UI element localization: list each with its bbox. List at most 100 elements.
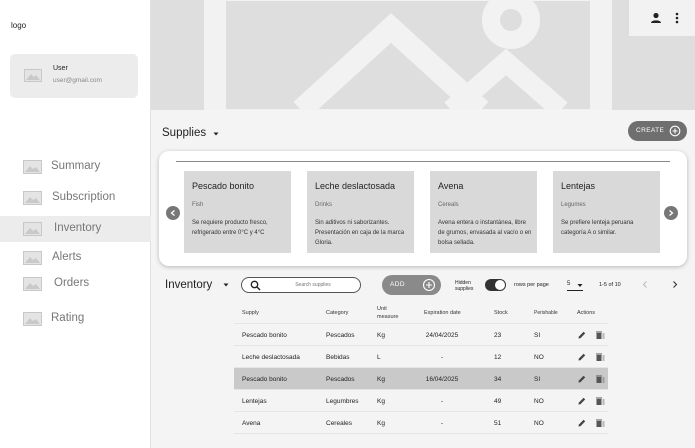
table-row[interactable]: Lentejas Legumbres Kg - 49 NO (234, 390, 608, 412)
sidebar-item-subscription[interactable]: Subscription (0, 185, 151, 211)
pagination-range: 1-5 of 10 (599, 282, 621, 288)
image-placeholder-icon (23, 160, 42, 174)
supply-card-category: Legumes (561, 202, 586, 208)
sidebar-item-inventory[interactable]: Inventory (0, 216, 151, 242)
hero-image-placeholder-icon (204, 0, 612, 110)
hero-banner (151, 0, 695, 110)
table-row[interactable]: Pescado bonito Pescados Kg 24/04/2025 23… (234, 324, 608, 346)
cell-stock: 49 (494, 398, 502, 405)
carousel-next-button[interactable] (664, 206, 678, 220)
cell-expiration: - (440, 398, 444, 405)
supplies-title[interactable]: Supplies (162, 127, 206, 139)
cell-perishable: SI (534, 332, 541, 339)
cell-perishable: SI (534, 376, 541, 383)
sidebar-item-label: Rating (51, 312, 85, 324)
chevron-left-icon[interactable] (641, 280, 649, 289)
cell-stock: 34 (494, 376, 502, 383)
delete-icon[interactable] (595, 330, 605, 340)
hidden-supplies-toggle[interactable] (485, 279, 506, 291)
delete-icon[interactable] (595, 374, 605, 384)
supply-card-title: Avena (438, 181, 464, 191)
chevron-down-icon (577, 284, 583, 287)
supply-card[interactable]: Avena Cereals Avena entera o instantánea… (430, 171, 537, 253)
create-button[interactable]: CREATE (628, 121, 687, 141)
carousel-prev-button[interactable] (166, 206, 180, 220)
top-action-bar (629, 0, 695, 36)
cell-stock: 12 (494, 354, 502, 361)
column-header[interactable]: Stock (494, 310, 508, 316)
supply-card-description: Avena entera o instantánea, libre de gru… (438, 220, 532, 246)
supply-card[interactable]: Pescado bonito Fish Se requiere producto… (184, 171, 291, 253)
supply-card-description: Se prefiere lenteja peruana categoría A … (561, 220, 634, 236)
cell-unit: Kg (377, 420, 385, 427)
search-input[interactable] (270, 279, 356, 291)
cell-expiration: 16/04/2025 (425, 376, 459, 383)
delete-icon[interactable] (595, 396, 605, 406)
cell-perishable: NO (534, 398, 544, 405)
supply-card-title: Leche deslactosada (315, 181, 396, 191)
image-placeholder-icon (23, 191, 42, 205)
column-header: Actions (577, 310, 596, 316)
chevron-down-icon[interactable] (222, 281, 230, 289)
column-header[interactable]: Unit measure (377, 305, 405, 321)
cell-expiration: 24/04/2025 (425, 332, 459, 339)
add-button[interactable]: ADD (382, 275, 441, 295)
sidebar-item-label: Alerts (52, 251, 82, 263)
sidebar: logo User user@gmail.com Summary Subscri… (0, 0, 151, 448)
sidebar-item-alerts[interactable]: Alerts (0, 245, 151, 271)
supply-card-category: Fish (192, 202, 204, 208)
rows-per-page-select[interactable]: 5 (567, 279, 583, 291)
sidebar-item-orders[interactable]: Orders (0, 271, 151, 297)
account-icon[interactable] (649, 11, 663, 25)
table-row[interactable]: Avena Cereales Kg - 51 NO (234, 412, 608, 434)
cell-supply: Leche deslactosada (242, 354, 300, 361)
image-placeholder-icon (23, 251, 42, 265)
table-row[interactable]: Pescado bonito Pescados Kg 16/04/2025 34… (234, 368, 608, 390)
sidebar-item-label: Subscription (52, 191, 116, 203)
cell-unit: Kg (377, 376, 385, 383)
hidden-supplies-label: Hidden supplies (455, 280, 474, 292)
inventory-title[interactable]: Inventory (165, 279, 212, 291)
sidebar-item-summary[interactable]: Summary (0, 154, 151, 180)
add-button-label: ADD (390, 281, 405, 288)
edit-icon[interactable] (577, 396, 587, 406)
cell-supply: Pescado bonito (242, 376, 287, 383)
sidebar-item-label: Orders (54, 277, 90, 289)
cell-category: Pescados (326, 376, 355, 383)
create-button-label: CREATE (636, 127, 665, 134)
supply-card[interactable]: Leche deslactosada Drinks Sin aditivos n… (307, 171, 414, 253)
column-header[interactable]: Perishable (534, 310, 558, 316)
add-circle-icon (422, 278, 436, 292)
column-header[interactable]: Category (326, 310, 348, 316)
table-row[interactable]: Leche deslactosada Bebidas L - 12 NO (234, 346, 608, 368)
more-vertical-icon[interactable] (670, 11, 684, 25)
delete-icon[interactable] (595, 418, 605, 428)
cell-category: Legumbres (326, 398, 359, 405)
user-card[interactable]: User user@gmail.com (10, 54, 138, 98)
edit-icon[interactable] (577, 330, 587, 340)
cell-stock: 51 (494, 420, 502, 427)
edit-icon[interactable] (577, 374, 587, 384)
search-field[interactable] (241, 277, 361, 293)
cell-perishable: NO (534, 354, 544, 361)
cell-supply: Lentejas (242, 398, 267, 405)
column-header[interactable]: Supply (242, 310, 259, 316)
supply-card[interactable]: Lentejas Legumes Se prefiere lenteja per… (553, 171, 660, 253)
edit-icon[interactable] (577, 418, 587, 428)
sidebar-item-rating[interactable]: Rating (0, 306, 151, 332)
cell-supply: Pescado bonito (242, 332, 287, 339)
column-header[interactable]: Expiration date (424, 310, 461, 316)
toggle-knob (495, 280, 505, 290)
cell-category: Cereales (326, 420, 353, 427)
chevron-down-icon[interactable] (212, 130, 220, 138)
cell-category: Bebidas (326, 354, 350, 361)
chevron-right-icon[interactable] (671, 280, 679, 289)
supply-card-category: Drinks (315, 202, 333, 208)
supply-card-title: Lentejas (561, 181, 596, 191)
image-placeholder-icon (23, 312, 42, 326)
edit-icon[interactable] (577, 352, 587, 362)
sidebar-item-label: Summary (51, 160, 101, 172)
sidebar-item-label: Inventory (54, 222, 102, 234)
cell-perishable: NO (534, 420, 544, 427)
delete-icon[interactable] (595, 352, 605, 362)
